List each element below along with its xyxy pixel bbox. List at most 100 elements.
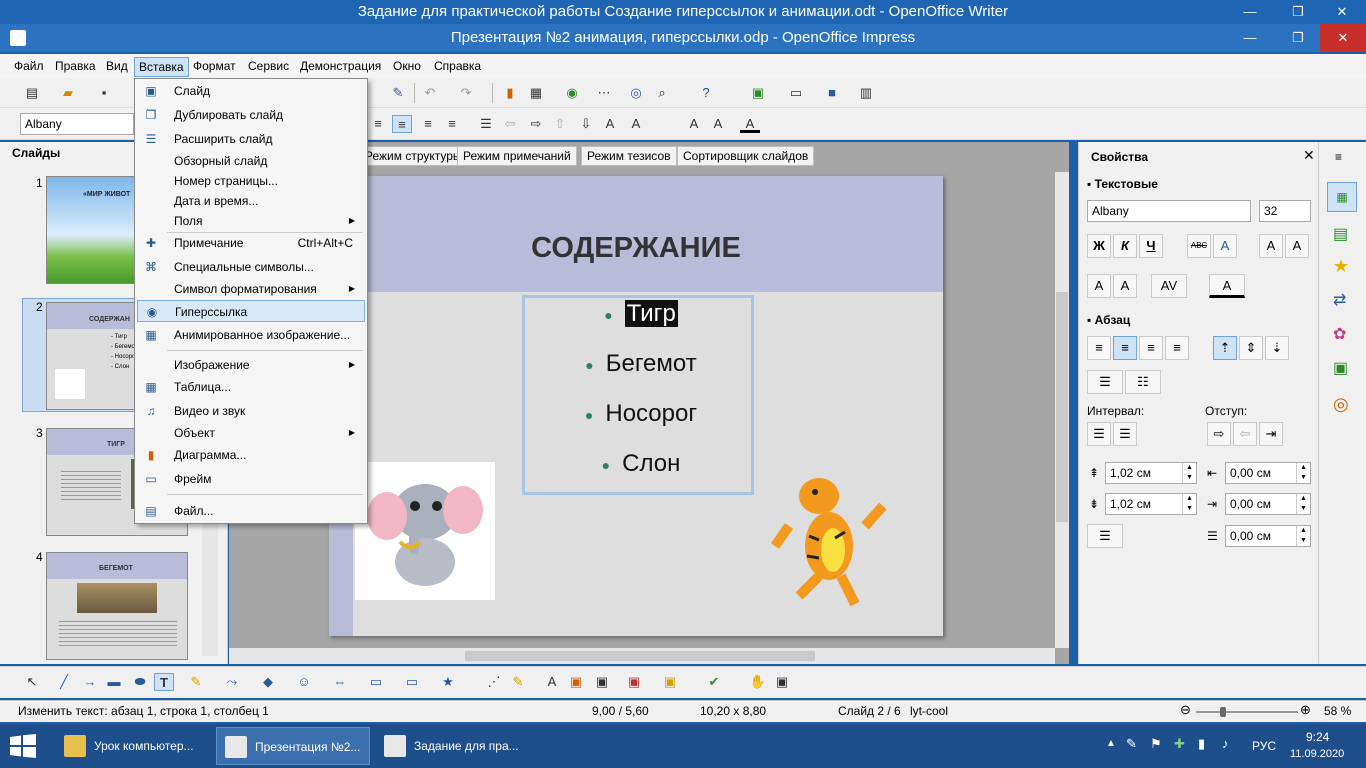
text-tool-icon[interactable]: T [154,673,174,691]
properties-tab-icon[interactable]: ▦ [1327,182,1357,212]
justify-icon[interactable]: ≡ [442,115,462,133]
zoom-slider[interactable] [1196,707,1298,717]
menu-item-page-number[interactable]: Номер страницы... [137,170,365,192]
elephant-image[interactable] [355,462,495,600]
curve-icon[interactable]: ✎ [186,673,206,691]
move-up-icon[interactable]: ⇧ [550,115,570,133]
space-below-field[interactable]: 1,02 см ▲ ▼ [1105,493,1197,515]
char-spacing-icon[interactable]: AV [1151,274,1187,298]
callouts-icon[interactable]: ▭ [402,673,422,691]
menu-item-duplicate-slide[interactable]: ❐ Дублировать слайд [137,104,365,126]
workspace-hscrollbar[interactable] [229,648,1055,664]
select-icon[interactable]: ↖ [22,673,42,691]
open-icon[interactable]: ▰ [58,84,78,102]
sidebar-menu-icon[interactable]: ≡ [1335,150,1342,164]
menu-item-comment[interactable]: ✚ Примечание Ctrl+Alt+C [137,232,365,254]
restore-icon[interactable]: ❐ [1278,24,1318,52]
design-icon[interactable]: ■ [822,84,842,102]
hyperlink-icon[interactable]: ◉ [562,84,582,102]
animation-icon[interactable]: ✿ [1333,324,1346,344]
close-icon[interactable]: ✕ [1320,24,1366,52]
status-zoom[interactable]: 58 % [1324,704,1351,718]
menu-file[interactable]: Файл [10,57,48,77]
transition-icon[interactable]: ⇄ [1333,290,1346,310]
para-spacing-icon[interactable]: A [684,115,704,133]
indent-before-field[interactable]: 0,00 см ▲ ▼ [1225,462,1311,484]
first-line-field[interactable]: 0,00 см ▲ ▼ [1225,525,1311,547]
bullet-item[interactable]: ● Носорог [525,400,757,428]
taskbar-writer[interactable]: Задание для пра... [376,727,530,765]
toggle-extrusion-icon[interactable]: ✋ [748,673,768,691]
bullet-item[interactable]: ● Тигр [525,300,757,328]
move-down-icon[interactable]: ⇩ [576,115,596,133]
indent-after-field[interactable]: 0,00 см ▲ ▼ [1225,493,1311,515]
gallery-icon[interactable]: ▣ [592,673,612,691]
styles-icon[interactable]: ★ [1333,256,1349,277]
slide-title[interactable]: СОДЕРЖАНИЕ [329,232,943,265]
menu-item-object[interactable]: Объект ▶ [137,422,365,444]
tab-sorter[interactable]: Сортировщик слайдов [677,146,815,166]
menu-item-animated-image[interactable]: ▦ Анимированное изображение... [137,324,365,346]
align-right-icon[interactable]: ≡ [1139,336,1163,360]
increase-spacing-icon[interactable]: ☰ [1087,422,1111,446]
clock-date[interactable]: 11.09.2020 [1290,748,1344,760]
grid-icon[interactable]: ⋯ [594,84,614,102]
points-icon[interactable]: ⋰ [484,673,504,691]
menu-item-expand-slide[interactable]: ☰ Расширить слайд [137,128,365,150]
line-spacing-icon[interactable]: ☰ [1087,524,1123,548]
taskbar-impress[interactable]: Презентация №2... [216,727,370,765]
font-size-combo[interactable]: 32 [1259,200,1311,222]
superscript-icon[interactable]: A [1087,274,1111,298]
menu-item-file[interactable]: ▤ Файл... [137,500,365,522]
chart-icon[interactable]: ▮ [500,84,520,102]
decrease-spacing-icon[interactable]: ☰ [1113,422,1137,446]
tiger-image[interactable] [769,466,889,607]
tray-app-icon[interactable]: ✎ [1126,736,1137,752]
strikethrough-button[interactable]: АВС [1187,234,1211,258]
arrange-icon[interactable]: ▣ [624,673,644,691]
menu-item-summary-slide[interactable]: Обзорный слайд [137,150,365,172]
grow-font-icon[interactable]: A [1259,234,1283,258]
minimize-icon[interactable]: — [1230,24,1270,52]
tray-update-icon[interactable]: ✚ [1174,736,1185,752]
demote-icon[interactable]: ⇨ [526,115,546,133]
menu-item-date-time[interactable]: Дата и время... [137,190,365,212]
navigator-icon[interactable]: ◎ [626,84,646,102]
decrease-font-icon[interactable]: A [626,115,646,133]
font-name-combo[interactable]: Albany [20,113,134,135]
windows-start-icon[interactable] [10,734,36,758]
font-name-combo[interactable]: Albany [1087,200,1251,222]
align-objects-icon[interactable]: ▣ [660,673,680,691]
menu-item-fields[interactable]: Поля ▶ [137,210,365,232]
slideshow-icon[interactable]: ▥ [856,84,876,102]
menu-item-hyperlink[interactable]: ◉ Гиперссылка [137,300,365,322]
promote-icon[interactable]: ⇦ [500,115,520,133]
align-right-icon[interactable]: ≡ [418,115,438,133]
menu-item-special-chars[interactable]: ⌘ Специальные символы... [137,256,365,278]
arrow-icon[interactable]: → [80,673,100,691]
menu-format[interactable]: Формат [189,57,240,77]
slide-canvas[interactable]: СОДЕРЖАНИЕ ● Тигр ● Бегемот ● Носорог ● Слон [329,176,943,636]
help-icon[interactable]: ? [696,84,716,102]
stars-icon[interactable]: ★ [438,673,458,691]
symbol-shapes-icon[interactable]: ☺ [294,673,314,691]
animation-effects-icon[interactable]: ▣ [772,673,792,691]
numbering-icon[interactable]: ☷ [1125,370,1161,394]
close-icon[interactable]: ✕ [1322,0,1362,24]
menu-view[interactable]: Вид [102,57,132,77]
from-file-icon[interactable]: ▣ [566,673,586,691]
language-indicator[interactable]: РУС [1252,739,1276,753]
hanging-indent-icon[interactable]: ⇥ [1259,422,1283,446]
decrease-indent-icon[interactable]: ⇦ [1233,422,1257,446]
layout-icon[interactable]: ▭ [786,84,806,102]
zoom-in-icon[interactable]: ⊕ [1300,702,1311,718]
undo-icon[interactable]: ↶ [420,84,440,102]
fontwork-icon[interactable]: A [542,673,562,691]
align-middle-icon[interactable]: ⇕ [1239,336,1263,360]
slide-thumbnail-4[interactable]: БЕГЕМОТ [46,552,188,660]
increase-indent-icon[interactable]: ⇨ [1207,422,1231,446]
shadow-icon[interactable]: A [1213,234,1237,258]
align-top-icon[interactable]: ⇡ [1213,336,1237,360]
space-above-field[interactable]: 1,02 см ▲ ▼ [1105,462,1197,484]
rectangle-icon[interactable]: ▬ [104,673,124,691]
